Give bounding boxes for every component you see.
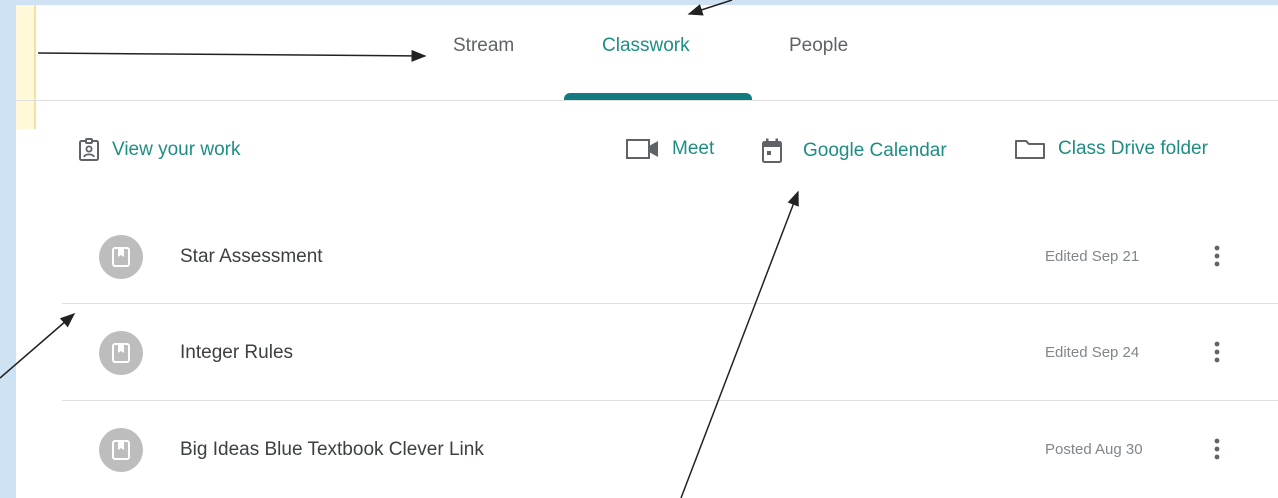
folder-icon <box>1014 138 1046 160</box>
class-drive-folder-button[interactable]: Class Drive folder <box>1014 138 1208 160</box>
list-item[interactable]: Star Assessment Edited Sep 21 <box>62 208 1278 303</box>
classroom-panel: Stream Classwork People View your work M… <box>16 5 1278 498</box>
calendar-icon <box>761 138 783 164</box>
material-icon <box>99 428 143 472</box>
list-item[interactable]: Big Ideas Blue Textbook Clever Link Post… <box>62 401 1278 496</box>
item-timestamp: Posted Aug 30 <box>1045 441 1143 458</box>
item-timestamp: Edited Sep 24 <box>1045 344 1140 361</box>
view-your-work-button[interactable]: View your work <box>78 138 240 162</box>
meet-label: Meet <box>672 138 715 159</box>
class-drive-folder-label: Class Drive folder <box>1058 138 1208 159</box>
tab-classwork[interactable]: Classwork <box>602 35 690 57</box>
tab-bar: Stream Classwork People <box>16 5 1278 101</box>
material-icon <box>99 331 143 375</box>
assignment-ind-icon <box>78 138 100 162</box>
item-timestamp: Edited Sep 21 <box>1045 248 1140 265</box>
google-calendar-button[interactable]: Google Calendar <box>761 138 947 164</box>
more-options-icon[interactable] <box>1202 434 1232 464</box>
material-icon <box>99 235 143 279</box>
item-title: Integer Rules <box>180 342 294 363</box>
item-title: Big Ideas Blue Textbook Clever Link <box>180 439 484 460</box>
list-item[interactable]: Integer Rules Edited Sep 24 <box>62 304 1278 399</box>
more-options-icon[interactable] <box>1202 337 1232 367</box>
video-camera-icon <box>626 138 660 160</box>
more-options-icon[interactable] <box>1202 241 1232 271</box>
active-tab-indicator <box>564 93 752 100</box>
tab-stream[interactable]: Stream <box>453 35 514 57</box>
google-calendar-label: Google Calendar <box>803 140 947 161</box>
view-your-work-label: View your work <box>112 139 241 160</box>
item-title: Star Assessment <box>180 246 323 267</box>
tab-people[interactable]: People <box>789 35 848 57</box>
meet-button[interactable]: Meet <box>626 138 714 160</box>
